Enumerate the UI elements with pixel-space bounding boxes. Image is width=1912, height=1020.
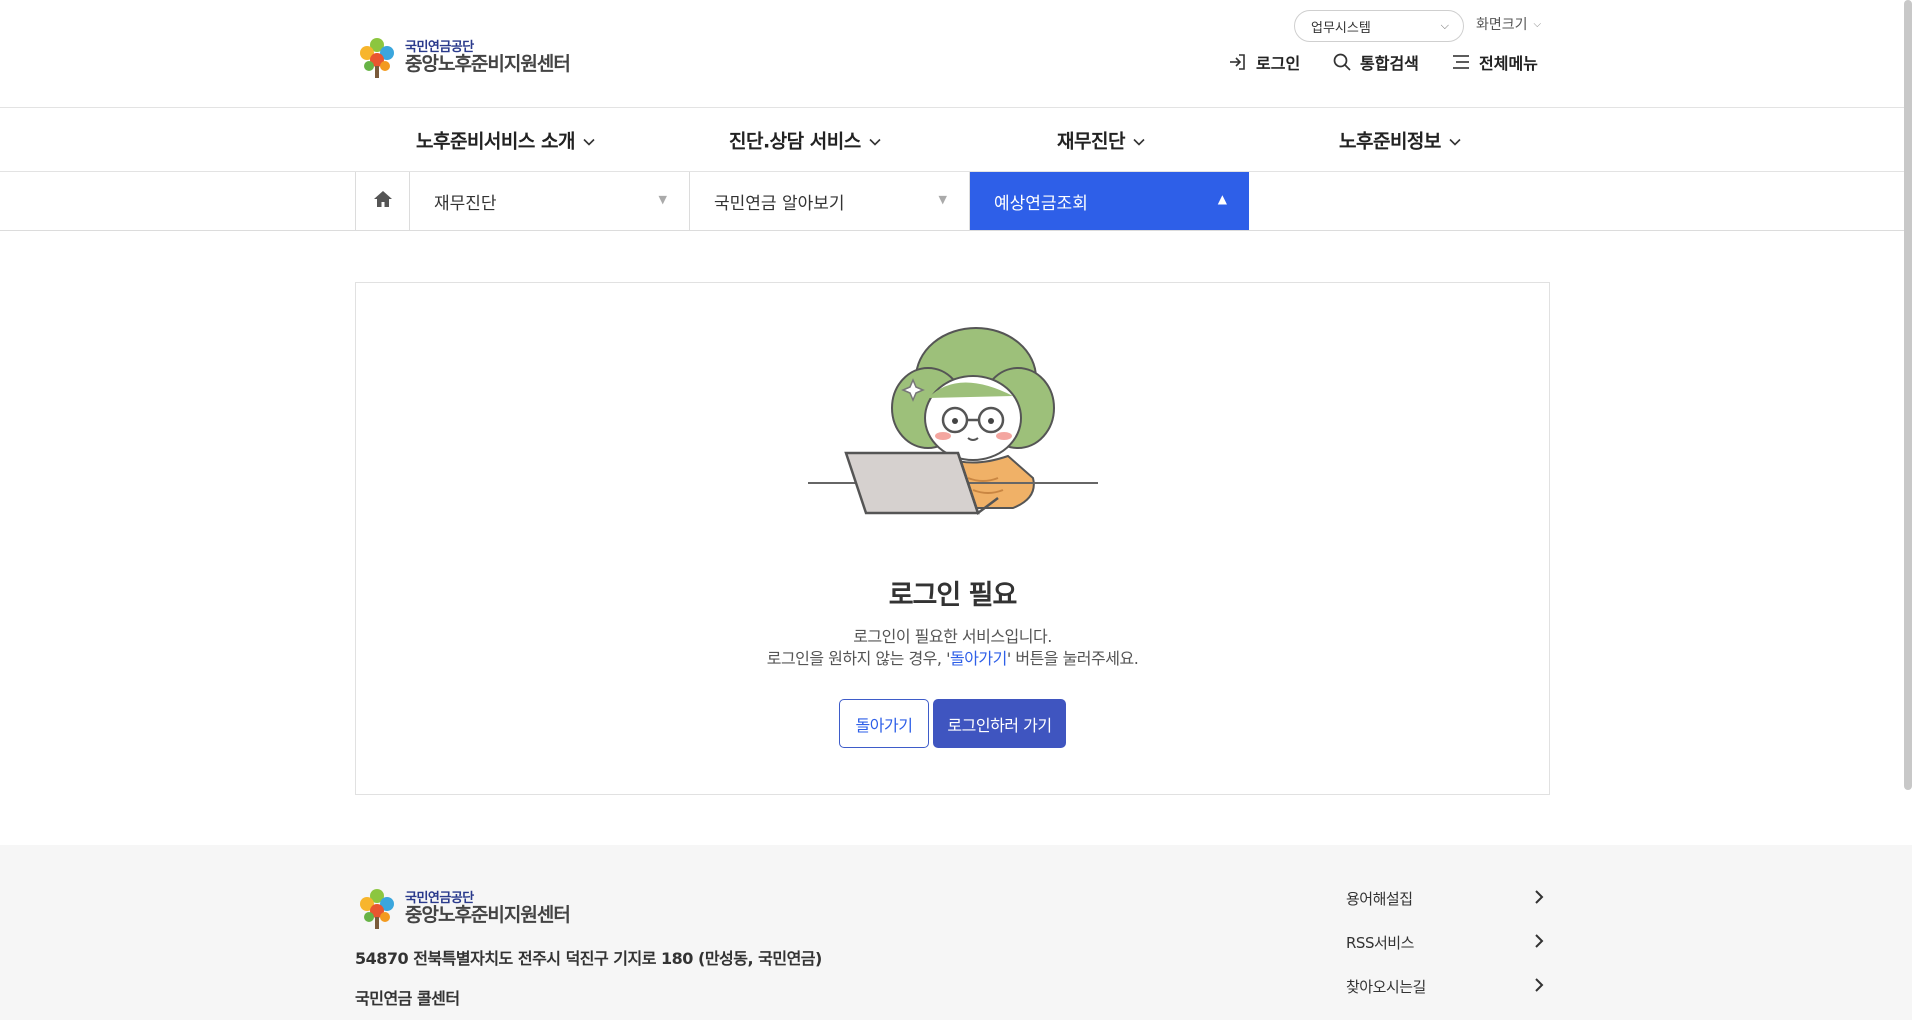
triangle-down-icon: ▼	[938, 193, 947, 206]
triangle-up-icon: ▲	[1217, 192, 1227, 206]
location-depth2-select[interactable]: 국민연금 알아보기 ▼	[690, 172, 970, 230]
business-system-label: 업무시스템	[1311, 20, 1371, 36]
back-button[interactable]: 돌아가기	[839, 699, 929, 748]
location-depth2-label: 국민연금 알아보기	[714, 193, 845, 214]
page-scrollbar[interactable]	[1904, 0, 1912, 790]
chevron-down-icon	[1449, 129, 1461, 151]
chevron-down-icon: ⌵	[1440, 19, 1449, 32]
hamburger-icon	[1451, 52, 1471, 72]
footer-link-label: RSS서비스	[1346, 934, 1414, 952]
location-depth1-select[interactable]: 재무진단 ▼	[410, 172, 690, 230]
screen-size-control[interactable]: 화면크기 ⌵	[1476, 14, 1541, 34]
gnb-item-label: 재무진단	[1057, 130, 1125, 153]
business-system-select[interactable]: 업무시스템 ⌵	[1294, 10, 1464, 42]
home-icon	[373, 190, 393, 212]
triangle-down-icon: ▼	[658, 193, 667, 206]
chevron-down-icon: ⌵	[1533, 18, 1542, 30]
gnb-item-consulting[interactable]: 진단.상담 서비스	[729, 127, 881, 154]
gnb-item-label: 노후준비정보	[1339, 130, 1441, 153]
notice-title: 로그인 필요	[888, 580, 1018, 611]
character-laptop-illustration	[808, 308, 1098, 538]
gnb-item-financial-diagnosis[interactable]: 재무진단	[1057, 127, 1145, 154]
logo-center-text: 중앙노후준비지원센터	[405, 52, 571, 75]
search-label: 통합검색	[1360, 54, 1419, 73]
gnb-item-label: 진단.상담 서비스	[729, 130, 861, 153]
footer-address: 54870 전북특별자치도 전주시 덕진구 기지로 180 (만성동, 국민연금…	[355, 949, 822, 968]
gnb-item-label: 노후준비서비스 소개	[416, 130, 575, 153]
chevron-down-icon	[1133, 129, 1145, 151]
footer-link-rss[interactable]: RSS서비스	[1346, 932, 1544, 953]
integrated-search-link[interactable]: 통합검색	[1332, 50, 1419, 74]
gnb-item-service-intro[interactable]: 노후준비서비스 소개	[416, 127, 595, 154]
notice-line-2: 로그인을 원하지 않는 경우, '돌아가기' 버튼을 눌러주세요.	[356, 645, 1549, 669]
all-menu-button[interactable]: 전체메뉴	[1451, 50, 1538, 74]
chevron-right-icon	[1534, 933, 1544, 953]
logo-center-text: 중앙노후준비지원센터	[405, 903, 571, 926]
login-required-panel: 로그인 필요 로그인이 필요한 서비스입니다. 로그인을 원하지 않는 경우, …	[355, 282, 1550, 795]
notice-line-2-highlight: 돌아가기	[949, 649, 1007, 668]
logo-leaf-icon	[355, 36, 399, 80]
chevron-down-icon	[869, 129, 881, 151]
chevron-right-icon	[1534, 889, 1544, 909]
all-menu-label: 전체메뉴	[1479, 54, 1538, 73]
footer-link-label: 용어해설집	[1346, 890, 1413, 908]
screen-size-label: 화면크기	[1476, 17, 1528, 33]
chevron-right-icon	[1534, 977, 1544, 997]
location-depth3-label: 예상연금조회	[994, 193, 1088, 214]
footer-call-center: 국민연금 콜센터	[355, 989, 460, 1008]
search-icon	[1332, 52, 1352, 72]
footer-link-glossary[interactable]: 용어해설집	[1346, 888, 1544, 909]
location-bar: 재무진단 ▼ 국민연금 알아보기 ▼ 예상연금조회 ▲	[0, 172, 1912, 231]
login-link[interactable]: 로그인	[1228, 50, 1300, 74]
notice-line-2-suffix: ' 버튼을 눌러주세요.	[1006, 649, 1139, 668]
location-depth3-select[interactable]: 예상연금조회 ▲	[970, 172, 1249, 230]
login-icon	[1228, 52, 1248, 72]
home-button[interactable]	[355, 172, 410, 230]
go-to-login-button[interactable]: 로그인하러 가기	[933, 699, 1066, 748]
login-label: 로그인	[1256, 54, 1301, 73]
footer-link-label: 찾아오시는길	[1346, 978, 1426, 996]
footer-logo: 국민연금공단 중앙노후준비지원센터	[355, 887, 571, 931]
site-header: 국민연금공단 중앙노후준비지원센터 업무시스템 ⌵ 화면크기 ⌵ 로그인 통합검…	[0, 0, 1912, 108]
footer-link-directions[interactable]: 찾아오시는길	[1346, 976, 1544, 997]
notice-line-1: 로그인이 필요한 서비스입니다.	[853, 627, 1052, 646]
logo-leaf-icon	[355, 887, 399, 931]
gnb-item-retirement-info[interactable]: 노후준비정보	[1339, 127, 1461, 154]
location-depth1-label: 재무진단	[434, 193, 497, 214]
notice-line-2-prefix: 로그인을 원하지 않는 경우, '	[766, 649, 951, 668]
chevron-down-icon	[583, 129, 595, 151]
main-navigation: 노후준비서비스 소개 진단.상담 서비스 재무진단 노후준비정보	[0, 108, 1912, 172]
site-footer: 국민연금공단 중앙노후준비지원센터 54870 전북특별자치도 전주시 덕진구 …	[0, 845, 1912, 1020]
site-logo[interactable]: 국민연금공단 중앙노후준비지원센터	[355, 36, 571, 80]
